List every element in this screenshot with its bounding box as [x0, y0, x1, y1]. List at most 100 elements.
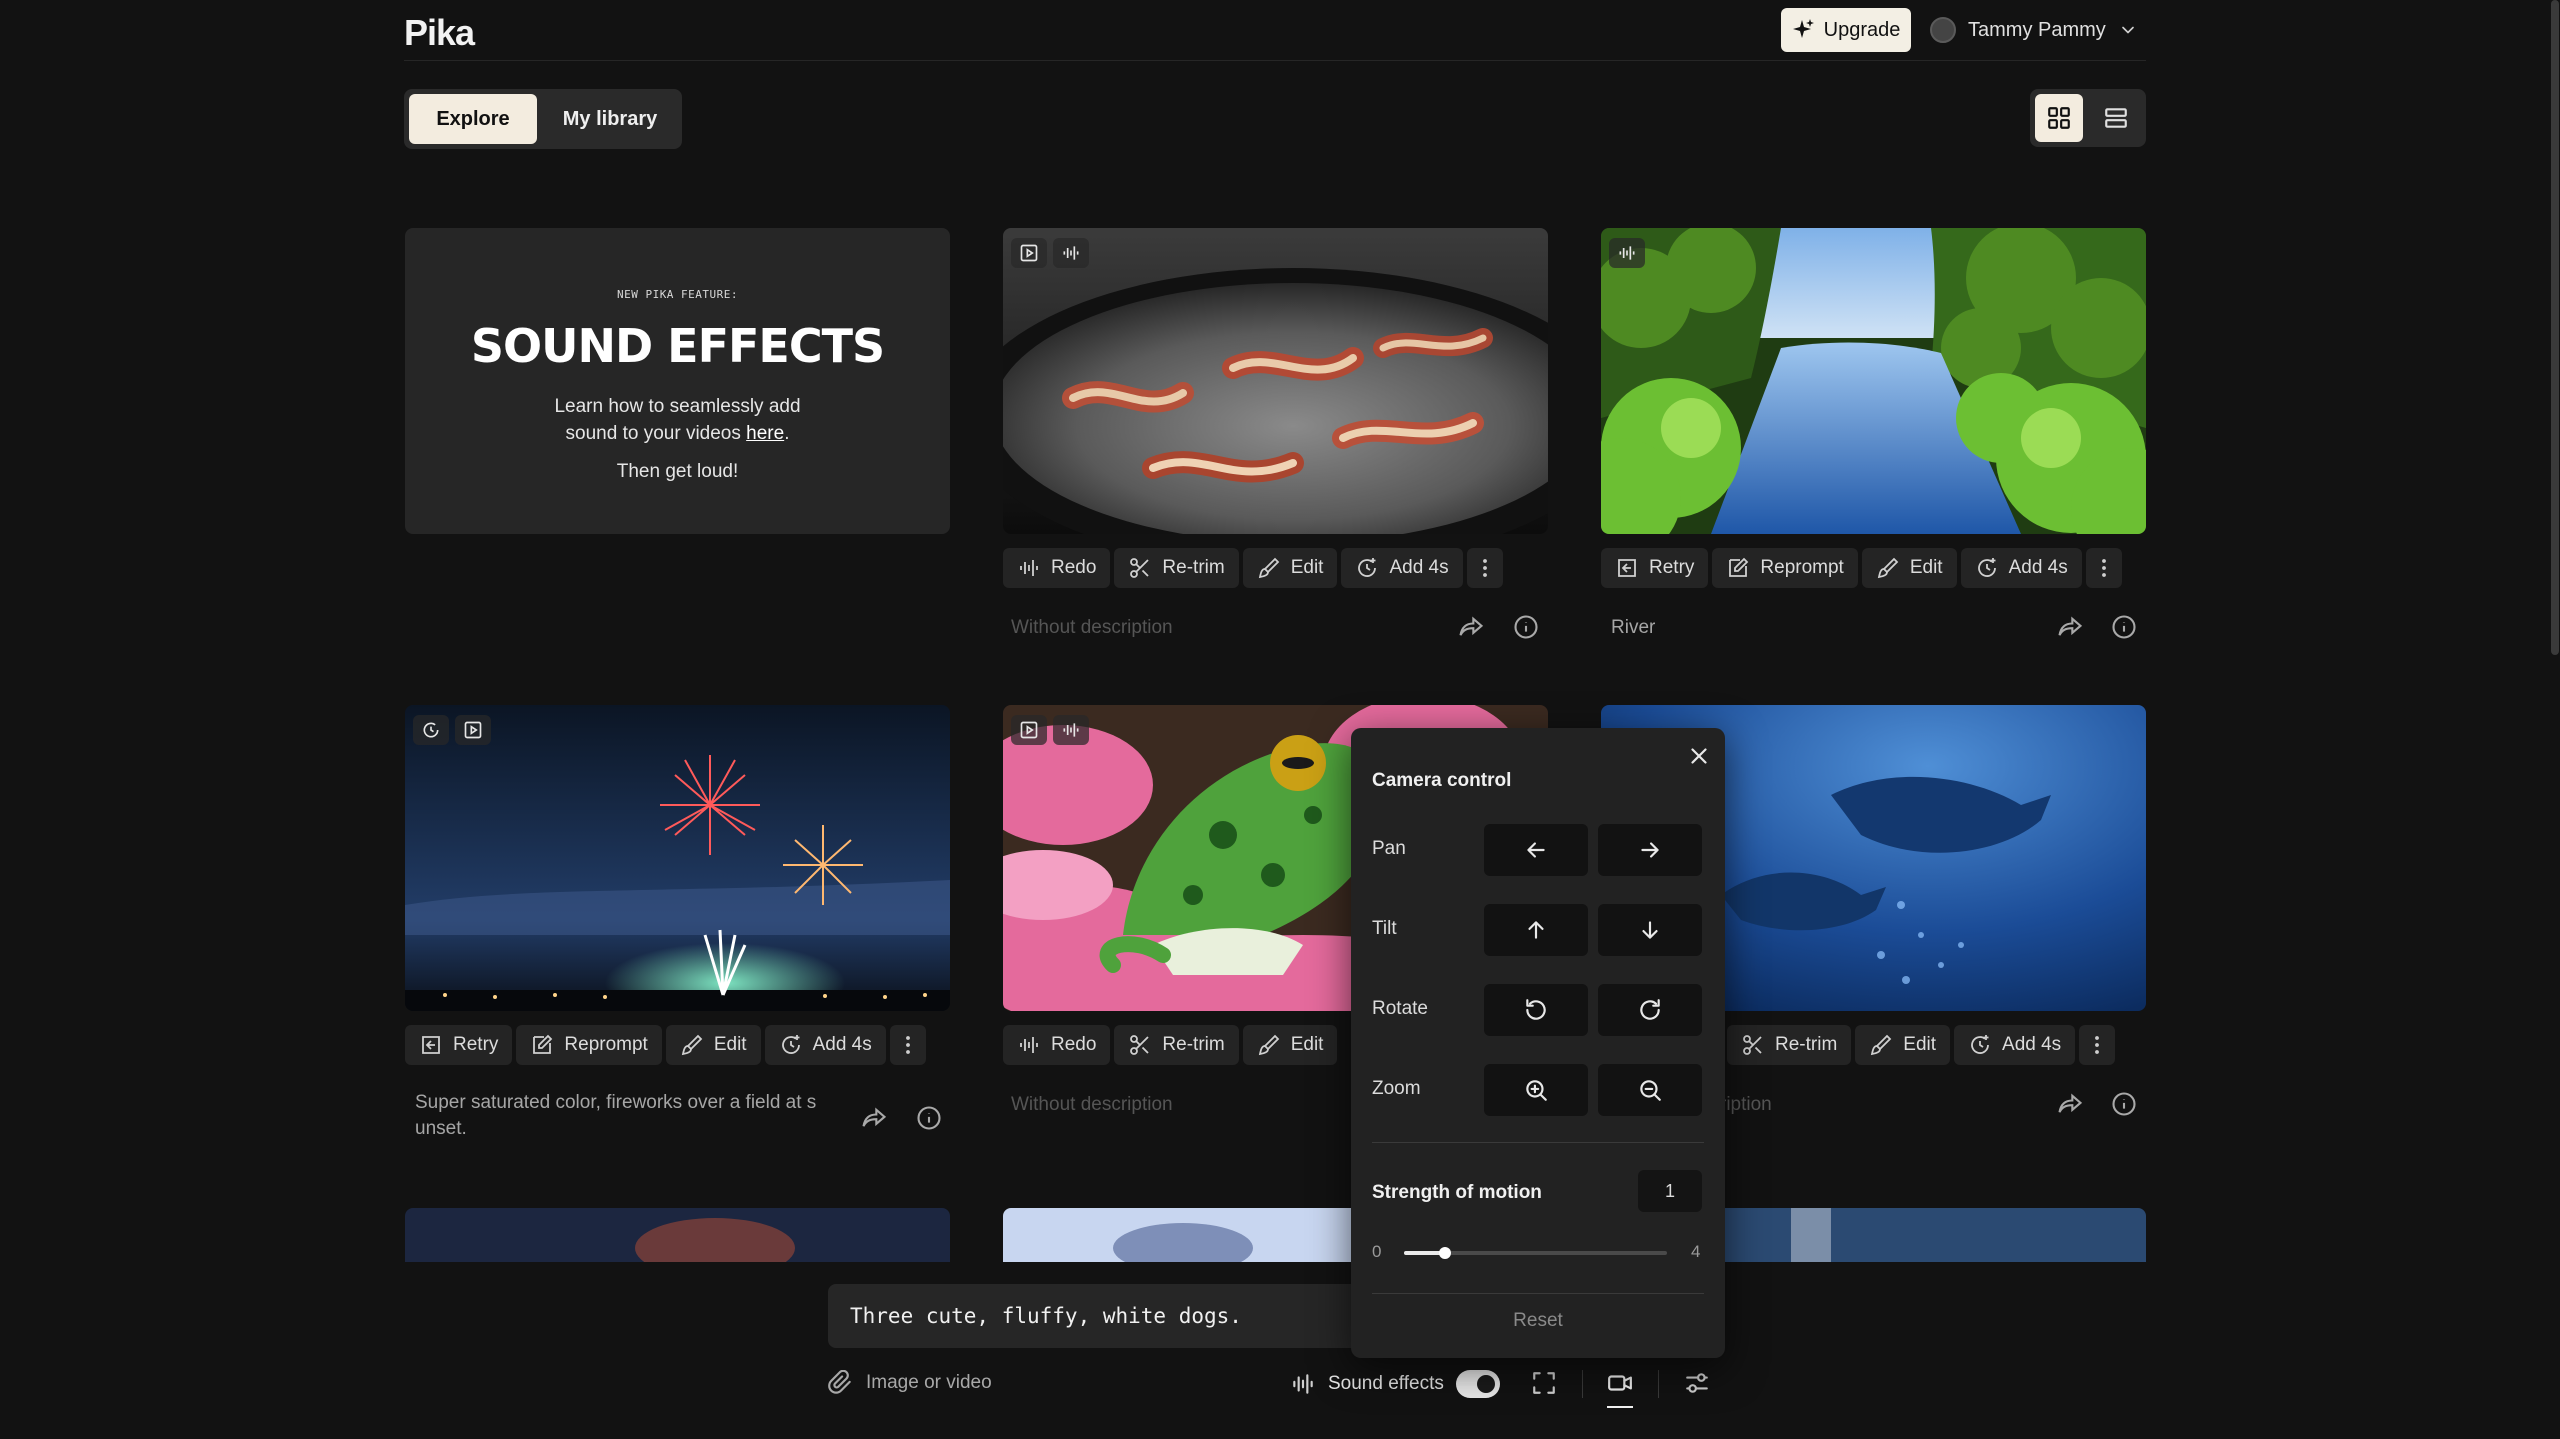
arrow-right-icon — [1641, 842, 1659, 858]
reprompt-button[interactable]: Reprompt — [516, 1025, 662, 1065]
tab-my-library[interactable]: My library — [544, 94, 676, 144]
add-4s-button[interactable]: Add 4s — [764, 1025, 886, 1065]
retry-button[interactable]: Retry — [405, 1025, 513, 1065]
user-name: Tammy Pammy — [1968, 18, 2106, 41]
edit-button[interactable]: Edit — [1242, 548, 1338, 588]
grid-view-button[interactable] — [2035, 94, 2083, 142]
rotate-ccw-button[interactable] — [1484, 984, 1588, 1036]
sound-badge — [1053, 715, 1089, 745]
extend-badge — [413, 715, 449, 745]
reprompt-button[interactable]: Reprompt — [1712, 548, 1858, 588]
video-description: River — [1611, 617, 1656, 638]
arrow-left-icon — [1527, 842, 1545, 858]
card-actions-bacon: Redo Re-trim Edit Add 4s — [1003, 548, 1503, 588]
fireworks-image — [405, 705, 950, 1011]
thumb-badges — [1011, 238, 1089, 268]
page-scrollbar[interactable] — [2551, 0, 2559, 655]
share-button[interactable] — [2056, 1090, 2086, 1120]
info-button[interactable] — [2110, 613, 2140, 643]
thumb-badges — [1609, 238, 1645, 268]
strength-of-motion-label: Strength of motion — [1372, 1182, 1542, 1203]
brush-icon — [1871, 1034, 1892, 1056]
strength-value-input[interactable]: 1 — [1638, 1170, 1702, 1212]
share-button[interactable] — [2056, 613, 2086, 643]
add-4s-button[interactable]: Add 4s — [1960, 548, 2082, 588]
pika-logo[interactable]: Pika — [404, 12, 475, 54]
promo-line: sound to your videos here. — [565, 423, 790, 444]
retrim-button[interactable]: Re-trim — [1114, 1025, 1239, 1065]
promo-link[interactable]: here — [746, 423, 784, 444]
settings-sliders-button[interactable] — [1684, 1370, 1710, 1396]
scissors-icon — [1130, 558, 1150, 578]
slider-handle[interactable] — [1439, 1247, 1451, 1259]
video-badge — [1011, 715, 1047, 745]
retrim-button[interactable]: Re-trim — [1114, 548, 1239, 588]
strength-slider[interactable] — [1404, 1247, 1667, 1259]
video-thumbnail-fireworks[interactable] — [405, 705, 950, 1011]
edit-button[interactable]: Edit — [1861, 548, 1957, 588]
zoom-in-button[interactable] — [1484, 1064, 1588, 1116]
add-4s-button[interactable]: Add 4s — [1954, 1025, 2076, 1065]
close-panel-button[interactable] — [1681, 738, 1717, 774]
info-button[interactable] — [915, 1104, 945, 1134]
info-button[interactable] — [1512, 613, 1542, 643]
edit-button[interactable]: Edit — [665, 1025, 761, 1065]
user-menu[interactable]: Tammy Pammy — [1930, 14, 2138, 46]
video-thumbnail-partial[interactable] — [405, 1208, 950, 1264]
share-button[interactable] — [860, 1104, 890, 1134]
arrow-down-icon — [1642, 921, 1658, 939]
edit-button[interactable]: Edit — [1242, 1025, 1338, 1065]
rotate-cw-icon — [1640, 999, 1660, 1020]
retry-button[interactable]: Retry — [1601, 548, 1709, 588]
rotate-label: Rotate — [1372, 998, 1428, 1019]
sound-wave-icon — [1063, 246, 1079, 260]
attach-media-button[interactable]: Image or video — [828, 1370, 992, 1396]
expand-frame-icon — [1533, 1372, 1555, 1394]
rotate-cw-button[interactable] — [1598, 984, 1702, 1036]
info-icon — [2112, 615, 2136, 639]
thumb-badges — [413, 715, 491, 745]
pan-left-button[interactable] — [1484, 824, 1588, 876]
zoom-out-button[interactable] — [1598, 1064, 1702, 1116]
video-thumbnail-bacon[interactable] — [1003, 228, 1548, 534]
pan-right-button[interactable] — [1598, 824, 1702, 876]
more-options-button[interactable] — [2085, 548, 2122, 588]
retrim-button[interactable]: Re-trim — [1727, 1025, 1852, 1065]
clock-plus-icon — [1977, 558, 1996, 577]
aspect-ratio-button[interactable] — [1531, 1370, 1557, 1396]
video-description: Without description — [1011, 617, 1173, 638]
more-options-button[interactable] — [2079, 1025, 2116, 1065]
more-options-button[interactable] — [1466, 548, 1503, 588]
sound-badge — [1053, 238, 1089, 268]
video-thumbnail-river[interactable] — [1601, 228, 2146, 534]
retry-icon — [1618, 559, 1636, 577]
redo-button[interactable]: Redo — [1003, 1025, 1111, 1065]
more-options-button[interactable] — [889, 1025, 926, 1065]
prompt-input[interactable]: Three cute, fluffy, white dogs. — [828, 1284, 1388, 1348]
promo-line: Learn how to seamlessly add — [554, 396, 801, 417]
reset-button[interactable]: Reset — [1351, 1310, 1725, 1332]
redo-button[interactable]: Redo — [1003, 548, 1111, 588]
upgrade-button[interactable]: Upgrade — [1781, 8, 1911, 52]
sound-effects-switch[interactable] — [1455, 1370, 1500, 1398]
retry-icon — [422, 1036, 440, 1054]
thumb-badges — [1011, 715, 1089, 745]
share-button[interactable] — [1457, 613, 1487, 643]
sound-effects-toggle[interactable]: Sound effects — [1290, 1370, 1500, 1398]
card-actions-river: Retry Reprompt Edit Add 4s — [1601, 548, 2122, 588]
tilt-up-button[interactable] — [1484, 904, 1588, 956]
tab-explore[interactable]: Explore — [409, 94, 537, 144]
edit-button[interactable]: Edit — [1855, 1025, 1951, 1065]
camera-control-button[interactable] — [1607, 1370, 1633, 1408]
brush-icon — [1877, 557, 1899, 579]
pencil-square-icon — [533, 1034, 553, 1054]
share-icon — [862, 1107, 887, 1127]
add-4s-button[interactable]: Add 4s — [1341, 548, 1463, 588]
video-badge — [455, 715, 491, 745]
list-view-button[interactable] — [2092, 94, 2140, 142]
info-button[interactable] — [2110, 1090, 2140, 1120]
tilt-down-button[interactable] — [1598, 904, 1702, 956]
card-actions-fireworks: Retry Reprompt Edit Add 4s — [405, 1025, 926, 1065]
river-forest-image — [1601, 228, 2146, 534]
nav-tabs: Explore My library — [404, 89, 682, 149]
